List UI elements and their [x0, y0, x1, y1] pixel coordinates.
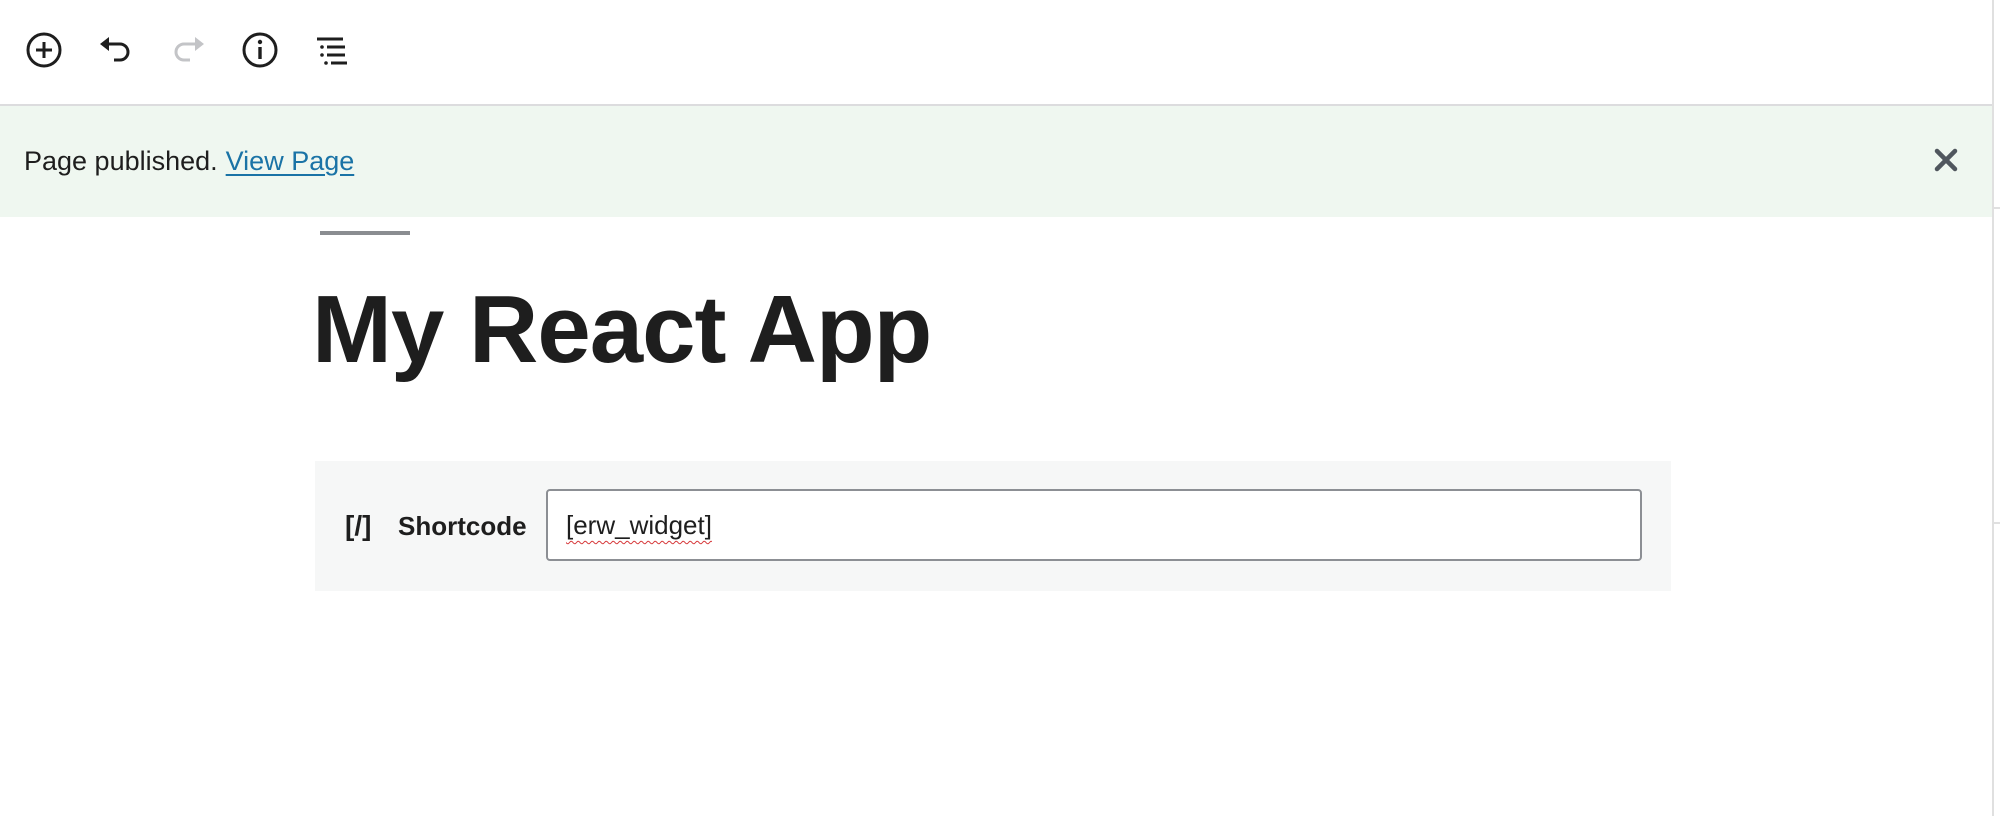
- shortcode-icon: [/]: [345, 510, 372, 541]
- title-separator: [320, 231, 410, 235]
- outline-button[interactable]: [304, 22, 360, 78]
- close-icon: [1934, 148, 1958, 172]
- undo-button[interactable]: [88, 22, 144, 78]
- shortcode-block[interactable]: [/] Shortcode [erw_widget]: [315, 461, 1671, 591]
- close-notice-button[interactable]: [1926, 140, 1966, 180]
- redo-icon: [174, 37, 204, 62]
- sidebar-edge: [1992, 0, 1994, 816]
- page-title[interactable]: My React App: [312, 270, 932, 390]
- details-button[interactable]: [232, 22, 288, 78]
- shortcode-label: Shortcode: [398, 511, 527, 541]
- info-icon: [242, 32, 278, 68]
- view-page-link[interactable]: View Page: [226, 146, 355, 176]
- notice-message-wrap: Page published. View Page: [24, 106, 354, 217]
- notice-message: Page published.: [24, 146, 218, 176]
- add-block-button[interactable]: [16, 22, 72, 78]
- list-outline-icon: [317, 37, 347, 65]
- publish-notice: Page published. View Page: [0, 106, 1992, 217]
- undo-icon: [100, 37, 130, 62]
- editor-toolbar: [0, 0, 1992, 106]
- plus-circle-icon: [26, 32, 62, 68]
- shortcode-input[interactable]: [erw_widget]: [546, 489, 1642, 561]
- sidebar-edge-tick: [1994, 207, 2000, 209]
- editor-app: Page published. View Page My React App [/…: [0, 0, 2000, 816]
- sidebar-edge-tick: [1994, 522, 2000, 524]
- redo-button[interactable]: [160, 22, 216, 78]
- shortcode-input-value: [erw_widget]: [566, 510, 712, 540]
